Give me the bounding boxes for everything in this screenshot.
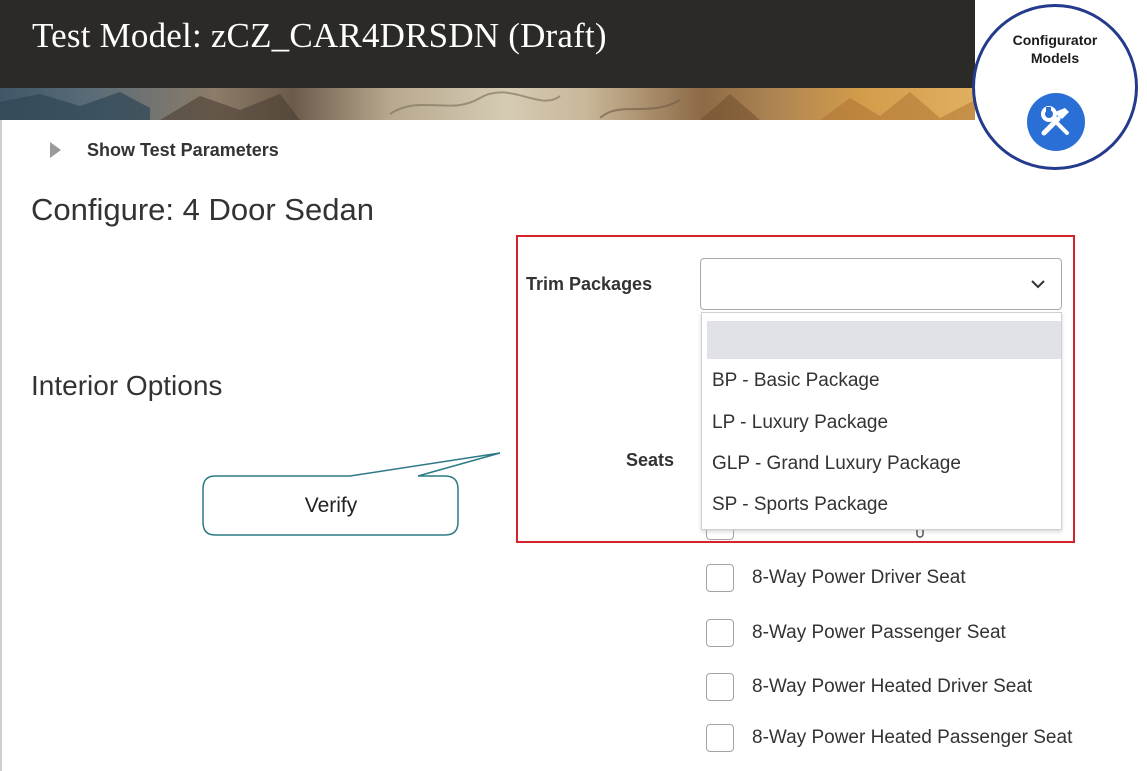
seat-option-row[interactable]: 8-Way Power Passenger Seat — [706, 617, 1006, 649]
tools-icon — [1027, 93, 1085, 151]
seat-option-row[interactable]: 8-Way Power Heated Driver Seat — [706, 671, 1032, 703]
expand-triangle-icon — [50, 142, 61, 158]
badge-label-line2: Models — [1030, 50, 1080, 66]
show-test-parameters-toggle[interactable]: Show Test Parameters — [50, 138, 279, 162]
badge-label: Configurator Models — [975, 31, 1135, 67]
configurator-models-badge: Configurator Models — [972, 4, 1138, 170]
trim-packages-dropdown: BP - Basic Package LP - Luxury Package G… — [701, 312, 1062, 530]
dropdown-option-blank[interactable] — [707, 321, 1061, 359]
dropdown-option-grand-luxury-package[interactable]: GLP - Grand Luxury Package — [712, 453, 961, 475]
page-title: Test Model: zCZ_CAR4DRSDN (Draft) — [32, 16, 607, 55]
show-test-parameters-label: Show Test Parameters — [87, 139, 279, 160]
banner-pattern — [0, 91, 975, 120]
verify-callout-text: Verify — [304, 494, 358, 517]
seat-option-label: 8-Way Power Heated Driver Seat — [752, 676, 1033, 697]
dropdown-option-basic-package[interactable]: BP - Basic Package — [712, 370, 880, 392]
seat-checkbox[interactable] — [706, 724, 734, 752]
seat-option-label: 8-Way Power Driver Seat — [752, 567, 966, 588]
interior-options-title: Interior Options — [31, 370, 223, 401]
configure-title: Configure: 4 Door Sedan — [31, 192, 374, 227]
trim-packages-select[interactable] — [700, 258, 1062, 310]
page-header: Test Model: zCZ_CAR4DRSDN (Draft) — [0, 0, 975, 120]
header-banner — [0, 88, 975, 120]
seat-checkbox[interactable] — [706, 673, 734, 701]
seat-option-row[interactable]: 8-Way Power Driver Seat — [706, 562, 966, 594]
seat-option-label: 8-Way Power Passenger Seat — [752, 622, 1006, 643]
dropdown-option-sports-package[interactable]: SP - Sports Package — [712, 494, 888, 516]
seat-option-row[interactable]: 8-Way Power Heated Passenger Seat — [706, 722, 1072, 754]
seat-checkbox[interactable] — [706, 564, 734, 592]
seats-label: Seats — [626, 450, 675, 470]
seat-checkbox-partial[interactable] — [706, 530, 734, 540]
seat-checkbox[interactable] — [706, 619, 734, 647]
dropdown-option-luxury-package[interactable]: LP - Luxury Package — [712, 412, 888, 434]
chevron-down-icon — [1031, 280, 1045, 289]
trim-packages-label: Trim Packages — [526, 274, 653, 294]
badge-label-line1: Configurator — [1012, 32, 1098, 48]
seat-option-label: 8-Way Power Heated Passenger Seat — [752, 727, 1073, 748]
occluded-label-fragment — [916, 530, 924, 538]
page-left-border — [0, 120, 2, 771]
